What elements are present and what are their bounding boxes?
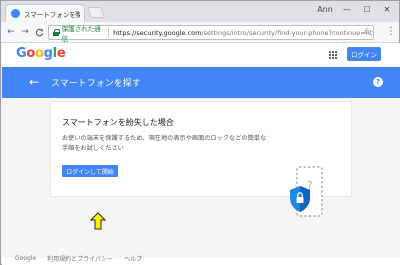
google-logo[interactable]: Google (16, 46, 66, 61)
apps-grid-icon[interactable] (329, 51, 337, 59)
page-title: スマートフォンを探す (51, 79, 141, 89)
google-favicon-icon (11, 9, 20, 18)
page-footer: Google 利用規約とプライバシー ヘルプ (2, 251, 400, 265)
logo-letter: G (16, 46, 27, 61)
profile-button[interactable]: Ann (313, 1, 337, 17)
close-window-icon[interactable]: ✕ (377, 1, 397, 17)
browser-tab[interactable]: スマートフォンを探す × (5, 4, 85, 22)
minimize-icon[interactable]: — (337, 1, 357, 17)
address-bar[interactable]: 保護された通信 https://security.google.com/sett… (48, 24, 374, 43)
url-host: https://security.google.com (113, 28, 202, 37)
address-divider (108, 28, 110, 37)
pointer-arrow-icon (90, 212, 106, 230)
bookmark-star-icon[interactable]: ☆ (363, 27, 371, 37)
tab-close-icon[interactable]: × (74, 9, 80, 17)
browser-toolbar: ← → 保護された通信 https://security.google.com/… (1, 22, 399, 43)
footer-link-terms[interactable]: 利用規約とプライバシー (47, 254, 113, 263)
phone-lock-illustration: ? (290, 166, 323, 217)
logo-letter: e (56, 46, 66, 61)
maximize-icon[interactable]: ☐ (357, 1, 377, 17)
header-login-button[interactable]: ログイン (347, 47, 381, 61)
login-start-button[interactable]: ログインして開始 (62, 165, 118, 177)
help-icon[interactable]: ? (373, 77, 383, 87)
url-text: https://security.google.com/settings/int… (113, 29, 373, 37)
reload-icon[interactable] (33, 26, 45, 38)
footer-link-help[interactable]: ヘルプ (124, 254, 142, 263)
google-header: Google ログイン (2, 43, 400, 67)
logo-letter: g (43, 46, 53, 61)
card-title: スマートフォンを紛失した場合 (62, 118, 174, 127)
logo-letter: o (35, 46, 44, 61)
secure-label: 保護された通信 (61, 24, 101, 43)
back-icon[interactable]: ← (5, 26, 17, 38)
back-arrow-icon[interactable]: ← (29, 75, 39, 89)
window-controls: Ann — ☐ ✕ (313, 1, 397, 17)
card-description: お使いの端末を保護するため、現在地の表示や画面のロックなどの簡単な手順をお試しく… (62, 135, 267, 152)
tab-strip: スマートフォンを探す × Ann — ☐ ✕ (1, 1, 399, 22)
lock-icon (53, 29, 60, 36)
browser-window: スマートフォンを探す × Ann — ☐ ✕ ← → 保護された通信 https… (0, 0, 400, 265)
page-content: Google ログイン ← スマートフォンを探す ? スマートフォンを紛失した場… (2, 43, 400, 265)
tab-title: スマートフォンを探す (24, 10, 80, 19)
footer-link-google[interactable]: Google (15, 255, 36, 262)
page-title-bar: ← スマートフォンを探す ? (2, 67, 400, 98)
browser-menu-icon[interactable]: ⋮ (386, 26, 396, 37)
logo-letter: o (26, 46, 36, 61)
new-tab-button[interactable] (86, 7, 106, 18)
forward-icon[interactable]: → (19, 26, 31, 38)
url-path: /settings/intro/security/find-your-phone… (201, 28, 373, 37)
